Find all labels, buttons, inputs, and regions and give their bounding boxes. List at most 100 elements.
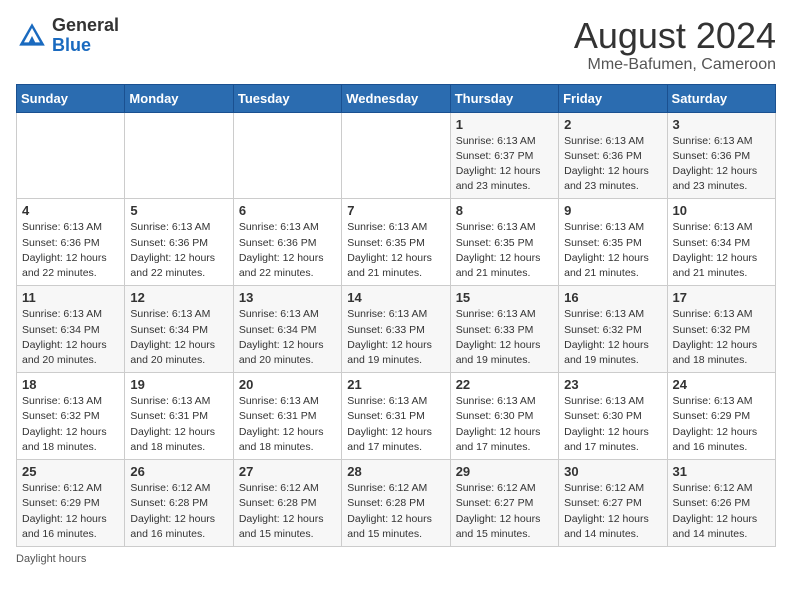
day-number: 29	[456, 464, 553, 479]
day-cell: 8 Sunrise: 6:13 AMSunset: 6:35 PMDaylight…	[450, 199, 558, 286]
day-info: Sunrise: 6:13 AMSunset: 6:31 PMDaylight:…	[347, 394, 444, 455]
day-number: 28	[347, 464, 444, 479]
day-info: Sunrise: 6:13 AMSunset: 6:34 PMDaylight:…	[22, 307, 119, 368]
logo: General Blue	[16, 16, 119, 56]
day-cell: 7Sunrise: 6:13 AMSunset: 6:35 PMDaylight…	[342, 199, 450, 286]
calendar-body: 1 Sunrise: 6:13 AMSunset: 6:37 PMDaylight…	[17, 112, 776, 546]
day-cell: 2 Sunrise: 6:13 AMSunset: 6:36 PMDaylight…	[559, 112, 667, 199]
day-info: Sunrise: 6:12 AMSunset: 6:27 PMDaylight:…	[564, 481, 661, 542]
day-info: Sunrise: 6:12 AMSunset: 6:28 PMDaylight:…	[239, 481, 336, 542]
day-number: 6	[239, 203, 336, 218]
day-info: Sunrise: 6:12 AMSunset: 6:28 PMDaylight:…	[130, 481, 227, 542]
day-cell: 16Sunrise: 6:13 AMSunset: 6:32 PMDayligh…	[559, 286, 667, 373]
day-number: 19	[130, 377, 227, 392]
day-number: 13	[239, 290, 336, 305]
day-number: 21	[347, 377, 444, 392]
day-number: 30	[564, 464, 661, 479]
day-number: 16	[564, 290, 661, 305]
month-title: August 2024	[574, 16, 776, 56]
day-cell: 12Sunrise: 6:13 AMSunset: 6:34 PMDayligh…	[125, 286, 233, 373]
day-number: 14	[347, 290, 444, 305]
day-cell: 15 Sunrise: 6:13 AMSunset: 6:33 PMDayligh…	[450, 286, 558, 373]
day-cell: 25 Sunrise: 6:12 AMSunset: 6:29 PMDayligh…	[17, 460, 125, 547]
day-cell: 26 Sunrise: 6:12 AMSunset: 6:28 PMDayligh…	[125, 460, 233, 547]
day-info: Sunrise: 6:13 AMSunset: 6:32 PMDaylight:…	[673, 307, 770, 368]
day-cell: 28 Sunrise: 6:12 AMSunset: 6:28 PMDayligh…	[342, 460, 450, 547]
day-info: Sunrise: 6:13 AMSunset: 6:30 PMDaylight:…	[456, 394, 553, 455]
day-cell: 29 Sunrise: 6:12 AMSunset: 6:27 PMDayligh…	[450, 460, 558, 547]
day-cell: 10 Sunrise: 6:13 AMSunset: 6:34 PMDayligh…	[667, 199, 775, 286]
weekday-header-tuesday: Tuesday	[233, 84, 341, 112]
footer-note: Daylight hours	[16, 553, 776, 565]
day-number: 26	[130, 464, 227, 479]
day-number: 25	[22, 464, 119, 479]
day-info: Sunrise: 6:13 AMSunset: 6:36 PMDaylight:…	[239, 220, 336, 281]
day-info: Sunrise: 6:13 AMSunset: 6:29 PMDaylight:…	[673, 394, 770, 455]
day-number: 17	[673, 290, 770, 305]
day-info: Sunrise: 6:12 AMSunset: 6:29 PMDaylight:…	[22, 481, 119, 542]
day-number: 1	[456, 117, 553, 132]
day-number: 24	[673, 377, 770, 392]
day-cell: 9Sunrise: 6:13 AMSunset: 6:35 PMDaylight…	[559, 199, 667, 286]
week-row-1: 4Sunrise: 6:13 AMSunset: 6:36 PMDaylight…	[17, 199, 776, 286]
day-cell: 31Sunrise: 6:12 AMSunset: 6:26 PMDayligh…	[667, 460, 775, 547]
weekday-header-wednesday: Wednesday	[342, 84, 450, 112]
day-cell: 27 Sunrise: 6:12 AMSunset: 6:28 PMDayligh…	[233, 460, 341, 547]
day-info: Sunrise: 6:13 AMSunset: 6:31 PMDaylight:…	[130, 394, 227, 455]
day-info: Sunrise: 6:13 AMSunset: 6:36 PMDaylight:…	[22, 220, 119, 281]
day-number: 5	[130, 203, 227, 218]
week-row-0: 1 Sunrise: 6:13 AMSunset: 6:37 PMDaylight…	[17, 112, 776, 199]
day-number: 22	[456, 377, 553, 392]
day-cell: 3Sunrise: 6:13 AMSunset: 6:36 PMDaylight…	[667, 112, 775, 199]
day-info: Sunrise: 6:13 AMSunset: 6:35 PMDaylight:…	[564, 220, 661, 281]
weekday-header-thursday: Thursday	[450, 84, 558, 112]
day-info: Sunrise: 6:12 AMSunset: 6:28 PMDaylight:…	[347, 481, 444, 542]
day-cell	[17, 112, 125, 199]
weekday-header-row: SundayMondayTuesdayWednesdayThursdayFrid…	[17, 84, 776, 112]
day-info: Sunrise: 6:13 AMSunset: 6:36 PMDaylight:…	[564, 134, 661, 195]
day-number: 10	[673, 203, 770, 218]
day-cell: 1 Sunrise: 6:13 AMSunset: 6:37 PMDaylight…	[450, 112, 558, 199]
day-number: 15	[456, 290, 553, 305]
day-info: Sunrise: 6:13 AMSunset: 6:33 PMDaylight:…	[456, 307, 553, 368]
weekday-header-saturday: Saturday	[667, 84, 775, 112]
day-number: 12	[130, 290, 227, 305]
day-number: 18	[22, 377, 119, 392]
logo-icon	[16, 20, 48, 52]
day-info: Sunrise: 6:13 AMSunset: 6:37 PMDaylight:…	[456, 134, 553, 195]
day-info: Sunrise: 6:13 AMSunset: 6:32 PMDaylight:…	[22, 394, 119, 455]
day-number: 2	[564, 117, 661, 132]
week-row-4: 25 Sunrise: 6:12 AMSunset: 6:29 PMDayligh…	[17, 460, 776, 547]
day-cell: 24 Sunrise: 6:13 AMSunset: 6:29 PMDayligh…	[667, 373, 775, 460]
day-cell: 19 Sunrise: 6:13 AMSunset: 6:31 PMDayligh…	[125, 373, 233, 460]
day-cell: 18 Sunrise: 6:13 AMSunset: 6:32 PMDayligh…	[17, 373, 125, 460]
day-number: 23	[564, 377, 661, 392]
week-row-2: 11Sunrise: 6:13 AMSunset: 6:34 PMDayligh…	[17, 286, 776, 373]
day-number: 3	[673, 117, 770, 132]
day-number: 20	[239, 377, 336, 392]
day-number: 27	[239, 464, 336, 479]
day-cell	[233, 112, 341, 199]
weekday-header-sunday: Sunday	[17, 84, 125, 112]
day-cell: 6 Sunrise: 6:13 AMSunset: 6:36 PMDaylight…	[233, 199, 341, 286]
calendar-header: SundayMondayTuesdayWednesdayThursdayFrid…	[17, 84, 776, 112]
day-cell	[342, 112, 450, 199]
day-cell	[125, 112, 233, 199]
day-info: Sunrise: 6:12 AMSunset: 6:27 PMDaylight:…	[456, 481, 553, 542]
day-cell: 21 Sunrise: 6:13 AMSunset: 6:31 PMDayligh…	[342, 373, 450, 460]
day-info: Sunrise: 6:13 AMSunset: 6:34 PMDaylight:…	[673, 220, 770, 281]
day-number: 31	[673, 464, 770, 479]
day-info: Sunrise: 6:13 AMSunset: 6:35 PMDaylight:…	[347, 220, 444, 281]
day-cell: 4Sunrise: 6:13 AMSunset: 6:36 PMDaylight…	[17, 199, 125, 286]
day-info: Sunrise: 6:13 AMSunset: 6:30 PMDaylight:…	[564, 394, 661, 455]
day-cell: 22 Sunrise: 6:13 AMSunset: 6:30 PMDayligh…	[450, 373, 558, 460]
weekday-header-friday: Friday	[559, 84, 667, 112]
day-info: Sunrise: 6:13 AMSunset: 6:36 PMDaylight:…	[130, 220, 227, 281]
day-cell: 13Sunrise: 6:13 AMSunset: 6:34 PMDayligh…	[233, 286, 341, 373]
day-number: 8	[456, 203, 553, 218]
day-info: Sunrise: 6:13 AMSunset: 6:35 PMDaylight:…	[456, 220, 553, 281]
day-cell: 5 Sunrise: 6:13 AMSunset: 6:36 PMDaylight…	[125, 199, 233, 286]
logo-text: General Blue	[52, 16, 119, 56]
header: General Blue August 2024 Mme-Bafumen, Ca…	[16, 16, 776, 74]
day-cell: 20Sunrise: 6:13 AMSunset: 6:31 PMDayligh…	[233, 373, 341, 460]
